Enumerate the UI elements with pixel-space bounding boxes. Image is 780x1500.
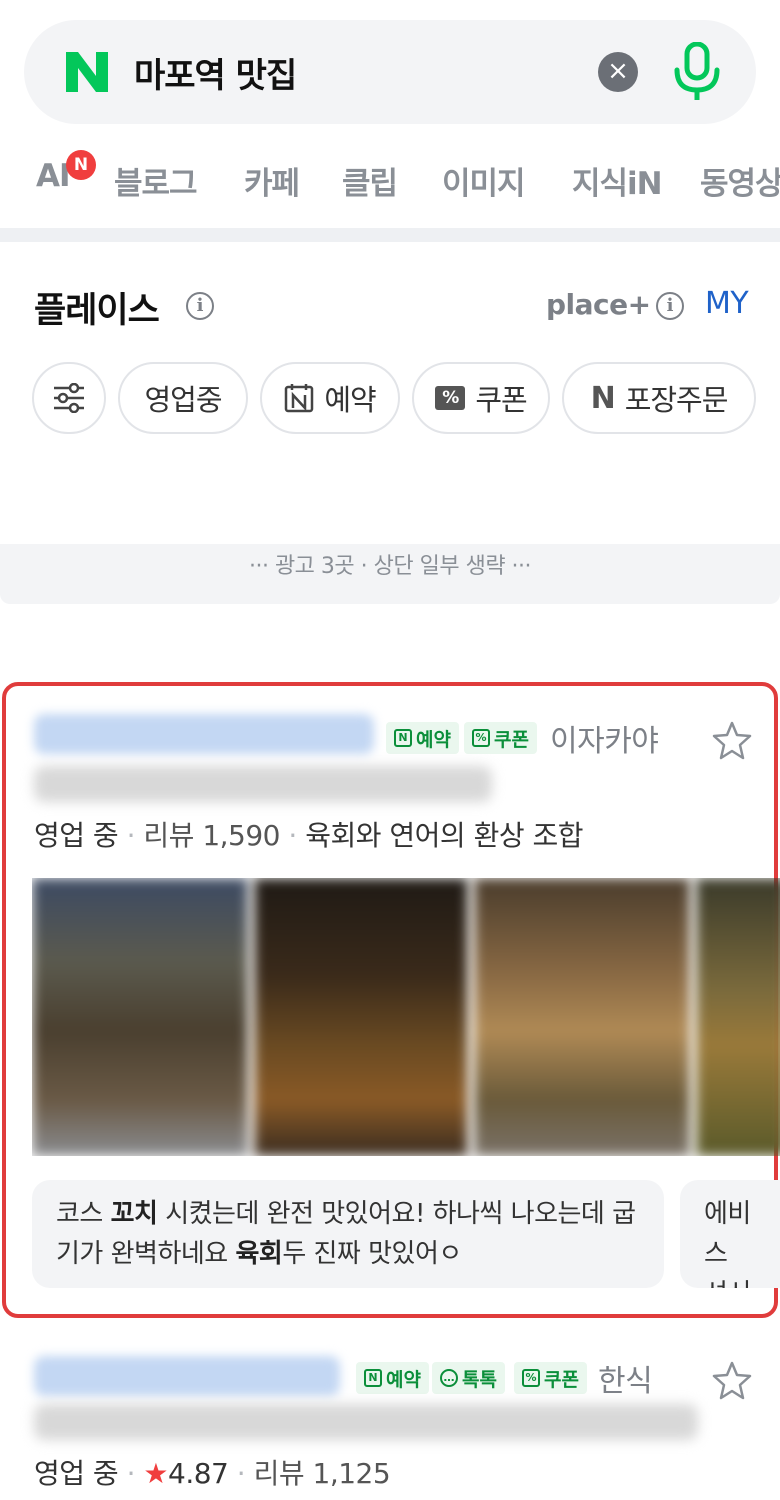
clear-search-button[interactable]: × — [598, 52, 638, 92]
tab-cafe[interactable]: 카페 — [244, 158, 300, 203]
star-outline-icon[interactable] — [712, 1360, 752, 1400]
star-outline-icon[interactable] — [712, 720, 752, 760]
separator-dot: · — [126, 1457, 136, 1490]
place-tagline: 육회와 연어의 환상 조합 — [305, 819, 584, 852]
calendar-icon: N — [394, 729, 412, 747]
calendar-icon: N — [364, 1369, 382, 1387]
filter-chip-open-now[interactable]: 영업중 — [118, 362, 248, 434]
review-text: 코스 — [56, 1199, 111, 1229]
filter-chip-label: 예약 — [324, 383, 376, 417]
place-address-blurred — [34, 1404, 698, 1440]
tab-blog[interactable]: 블로그 — [114, 158, 198, 203]
tag-coupon: % 쿠폰 — [514, 1362, 587, 1394]
filter-chip-label: 포장주문 — [624, 383, 729, 417]
info-icon[interactable]: i — [186, 292, 214, 320]
coupon-icon: % — [472, 729, 490, 747]
tag-label: 쿠폰 — [544, 1368, 579, 1391]
category-tabs: AI N 블로그 카페 클립 이미지 지식iN 동영상 — [0, 150, 780, 210]
tab-image[interactable]: 이미지 — [442, 158, 526, 203]
tag-label: 톡톡 — [462, 1368, 497, 1391]
review-snippet[interactable]: 코스 꼬치 시켰는데 완전 맛있어요! 하나씩 나오는데 굽기가 완벽하네요 육… — [32, 1180, 664, 1288]
section-divider — [0, 228, 780, 242]
rating-value: 4.87 — [168, 1457, 229, 1490]
place-meta: 영업 중 · 리뷰 1,590 · 육회와 연어의 환상 조합 — [34, 814, 584, 854]
my-link[interactable]: MY — [705, 286, 749, 321]
star-filled-icon: ★ — [143, 1457, 169, 1490]
places-title: 플레이스 — [34, 291, 160, 331]
place-plus-info-icon[interactable]: i — [656, 292, 684, 320]
place-name-blurred[interactable] — [34, 1356, 340, 1396]
review-snippet-next[interactable]: 에비스 셔서 맛 — [680, 1180, 780, 1288]
tab-kin[interactable]: 지식iN — [572, 158, 663, 203]
coupon-icon: % — [435, 386, 466, 410]
coupon-icon: % — [522, 1369, 540, 1387]
ai-new-badge: N — [66, 150, 96, 180]
filter-chip-label: 쿠폰 — [475, 383, 527, 417]
place-photo[interactable] — [32, 878, 248, 1156]
tag-coupon: % 쿠폰 — [464, 722, 537, 754]
ad-notice-text: ··· 광고 3곳 · 상단 일부 생략 ··· — [248, 554, 532, 579]
tag-label: 쿠폰 — [494, 728, 529, 751]
naver-logo-icon[interactable] — [64, 50, 110, 94]
filter-chip-reservation[interactable]: 예약 — [260, 362, 400, 434]
place-photo[interactable] — [696, 878, 780, 1156]
tag-label: 예약 — [416, 728, 451, 751]
filter-sliders-icon — [54, 383, 84, 413]
tab-video[interactable]: 동영상 — [700, 158, 780, 203]
review-text: 두 진짜 맛있어ㅇ — [282, 1239, 462, 1269]
tag-reservation: N 예약 — [386, 722, 459, 754]
place-category: 한식 — [598, 1364, 653, 1399]
filter-chip-label: 영업중 — [144, 383, 222, 417]
place-address-blurred — [34, 766, 492, 802]
place-name-blurred[interactable] — [34, 714, 374, 754]
review-count: 리뷰 1,125 — [253, 1457, 391, 1490]
filter-chip-coupon[interactable]: % 쿠폰 — [412, 362, 550, 434]
review-keyword: 육회 — [235, 1239, 283, 1269]
chat-bubble-icon: … — [440, 1369, 458, 1387]
filter-settings-button[interactable] — [32, 362, 106, 434]
review-count: 리뷰 1,590 — [143, 819, 280, 852]
separator-dot: · — [288, 819, 297, 852]
calendar-icon — [285, 384, 314, 413]
separator-dot: · — [126, 819, 136, 852]
place-photo[interactable] — [474, 878, 690, 1156]
filter-chip-takeout[interactable]: N 포장주문 — [562, 362, 756, 434]
tag-talktalk: … 톡톡 — [432, 1362, 505, 1394]
review-text: 에비스 셔서 맛 — [704, 1199, 751, 1288]
tab-ai[interactable]: AI — [36, 158, 71, 194]
photo-strip[interactable] — [32, 878, 780, 1156]
place-meta: 영업 중 · ★4.87 · 리뷰 1,125 — [34, 1452, 391, 1492]
open-status: 영업 중 — [34, 1457, 119, 1490]
open-status: 영업 중 — [34, 819, 119, 852]
search-input[interactable]: 마포역 맛집 — [134, 48, 297, 97]
mic-icon[interactable] — [670, 42, 724, 102]
place-photo[interactable] — [254, 878, 468, 1156]
tab-clip[interactable]: 클립 — [342, 158, 398, 203]
tag-reservation: N 예약 — [356, 1362, 429, 1394]
place-category: 이자카야 — [550, 724, 659, 759]
place-plus-link[interactable]: place+ — [546, 288, 651, 321]
search-bar[interactable]: 마포역 맛집 × — [24, 20, 756, 124]
review-keyword: 꼬치 — [110, 1199, 158, 1229]
separator-dot: · — [236, 1457, 246, 1490]
tag-label: 예약 — [386, 1368, 421, 1391]
naver-n-icon: N — [590, 380, 616, 416]
